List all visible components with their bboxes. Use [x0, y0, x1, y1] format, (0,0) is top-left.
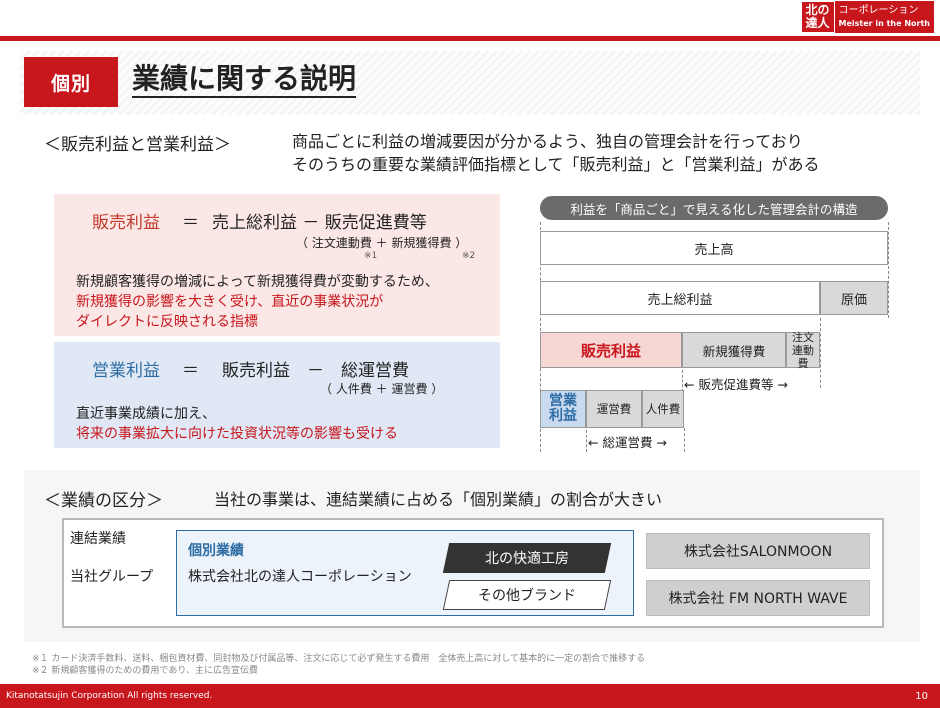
- bar-cost: 原価: [820, 281, 888, 315]
- copyright: Kitanotatsujin Corporation All rights re…: [6, 691, 213, 701]
- note-mark-2: ※2: [462, 251, 476, 261]
- guide-line: [586, 430, 587, 452]
- section2-description: 当社の事業は、連結業績に占める「個別業績」の割合が大きい: [214, 490, 663, 509]
- operating-profit-label: 営業利益: [92, 361, 160, 381]
- bar-personnel-cost: 人件費: [642, 390, 684, 428]
- section1-desc-line1: 商品ごとに利益の増減要因が分かるよう、独自の管理会計を行っており: [292, 132, 803, 151]
- logo-mark: 北の 達人: [801, 2, 834, 32]
- non-consolidated-title: 個別業績: [188, 543, 244, 559]
- logo-text-jp: コーポレーション: [838, 5, 919, 16]
- footnote-2: ※２ 新規顧客獲得のための費用であり、主に広告宣伝費: [32, 666, 258, 676]
- consolidated-label: 連結業績: [70, 531, 126, 547]
- brand-other: その他ブランド: [442, 580, 612, 610]
- footer-bar: Kitanotatsujin Corporation All rights re…: [0, 684, 940, 708]
- logo-text: コーポレーション Meister in the North: [834, 1, 934, 33]
- structure-title-pill: 利益を「商品ごと」で見える化した管理会計の構造: [540, 196, 888, 220]
- guide-line: [820, 318, 821, 388]
- header-rule: [0, 36, 940, 41]
- company-logo: 北の 達人 コーポレーション Meister in the North: [801, 1, 934, 33]
- total-operating-cost-span: ← 総運営費 →: [588, 435, 667, 450]
- sales-profit-desc-line3: ダイレクトに反映される指標: [76, 314, 258, 330]
- group-label: 当社グループ: [70, 569, 154, 585]
- operating-profit-formula: 販売利益 － 総運営費: [222, 361, 409, 381]
- bar-gross-profit: 売上総利益: [540, 281, 820, 315]
- sales-profit-formula: 売上総利益 － 販売促進費等: [212, 213, 427, 233]
- bar-sales-profit: 販売利益: [540, 332, 682, 368]
- brand-other-label: その他ブランド: [478, 588, 576, 604]
- bar-operating-cost: 運営費: [586, 390, 642, 428]
- sales-profit-description: 新規顧客獲得の増減によって新規獲得費が変動するため、 新規獲得の影響を大きく受け…: [76, 272, 439, 332]
- sales-profit-desc-line2: 新規獲得の影響を大きく受け、直近の事業状況が: [76, 294, 384, 310]
- guide-line: [888, 222, 889, 318]
- sales-profit-desc-line1: 新規顧客獲得の増減によって新規獲得費が変動するため、: [76, 274, 439, 290]
- section1-heading: ＜販売利益と営業利益＞: [44, 135, 231, 155]
- parent-company-name: 株式会社北の達人コーポレーション: [188, 569, 412, 585]
- operating-profit-equals: ＝: [182, 361, 199, 381]
- section2-heading: ＜業績の区分＞: [44, 491, 163, 511]
- page-title: 業績に関する説明: [132, 62, 357, 98]
- operating-profit-desc-line2: 将来の事業拡大に向けた投資状況等の影響も受ける: [76, 426, 398, 442]
- section1-desc-line2: そのうちの重要な業績評価指標として「販売利益」と「営業利益」がある: [292, 155, 820, 174]
- bar-operating-profit: 営業 利益: [540, 390, 586, 428]
- subsidiary-salonmoon: 株式会社SALONMOON: [646, 533, 870, 569]
- section1-description: 商品ごとに利益の増減要因が分かるよう、独自の管理会計を行っており そのうちの重要…: [292, 130, 932, 176]
- bar-revenue: 売上高: [540, 231, 888, 265]
- sales-profit-equals: ＝: [182, 213, 199, 233]
- sales-profit-breakdown: （ 注文連動費 ＋ 新規獲得費 ）: [296, 236, 468, 250]
- section-tag: 個別: [24, 57, 118, 107]
- promotion-cost-span: ← 販売促進費等 →: [684, 377, 788, 392]
- operating-profit-description: 直近事業成績に加え、 将来の事業拡大に向けた投資状況等の影響も受ける: [76, 404, 398, 444]
- guide-line: [684, 428, 685, 452]
- logo-text-en: Meister in the North: [838, 19, 930, 28]
- guide-line: [682, 370, 683, 392]
- brand-main: 北の快適工房: [442, 543, 612, 573]
- operating-profit-desc-line1: 直近事業成績に加え、: [76, 406, 216, 422]
- subsidiary-fm-north-wave: 株式会社 FM NORTH WAVE: [646, 580, 870, 616]
- note-mark-1: ※1: [364, 251, 378, 261]
- bar-order-linked-cost: 注文 連動費: [786, 331, 820, 370]
- brand-main-label: 北の快適工房: [485, 551, 569, 567]
- bar-acquisition-cost: 新規獲得費: [682, 332, 786, 368]
- sales-profit-label: 販売利益: [92, 213, 160, 233]
- operating-profit-breakdown: （ 人件費 ＋ 運営費 ）: [320, 382, 444, 396]
- page-number: 10: [915, 690, 928, 702]
